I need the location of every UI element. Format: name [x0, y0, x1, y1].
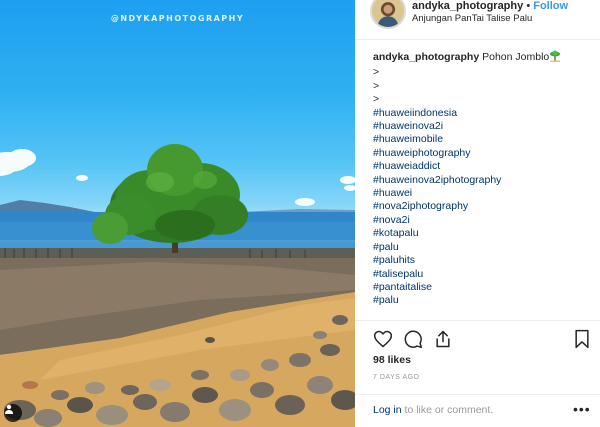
post-location[interactable]: Anjungan PanTai Talise Palu	[412, 13, 532, 24]
hashtag-link[interactable]: #huaweinova2iphotography	[373, 174, 593, 187]
bookmark-icon[interactable]	[572, 329, 592, 349]
hashtag-link[interactable]: #huawei	[373, 187, 593, 200]
hashtag-link[interactable]: #huaweiindonesia	[373, 107, 593, 120]
hashtag-link[interactable]: #paluhits	[373, 254, 593, 267]
hashtag-link[interactable]: #nova2iphotography	[373, 200, 593, 213]
post-actions	[373, 329, 591, 351]
comment-icon[interactable]	[403, 329, 423, 349]
hashtag-link[interactable]: #palu	[373, 294, 593, 307]
caption-line: >	[373, 93, 380, 106]
hashtag-link[interactable]: #kotapalu	[373, 227, 593, 240]
caption-line: >	[373, 79, 380, 92]
post-caption: andyka_photography Pohon Jomblo > > > #h…	[373, 50, 593, 308]
user-tag-icon[interactable]	[4, 404, 22, 422]
photo-scene	[0, 144, 355, 427]
caption-first-line: andyka_photography Pohon Jomblo	[373, 50, 593, 66]
divider	[355, 394, 600, 395]
caption-text: Pohon Jomblo	[482, 51, 550, 63]
caption-username[interactable]: andyka_photography	[373, 51, 479, 63]
person-icon	[5, 404, 13, 414]
likes-count[interactable]: 98 likes	[373, 354, 411, 366]
avatar-image	[372, 0, 404, 27]
hashtag-link[interactable]: #huaweiphotography	[373, 147, 593, 160]
follow-button[interactable]: Follow	[533, 0, 568, 12]
share-icon[interactable]	[433, 329, 453, 349]
hashtag-link[interactable]: #palu	[373, 241, 593, 254]
header-username[interactable]: andyka_photography	[412, 0, 523, 12]
photo-watermark: @NDYKAPHOTOGRAPHY	[110, 14, 245, 23]
header-username-row: andyka_photography • Follow	[412, 0, 568, 12]
login-prompt: Log in to like or comment.	[373, 404, 493, 416]
hashtag-link[interactable]: #pantaitalise	[373, 281, 593, 294]
post-timestamp[interactable]: 7 DAYS AGO	[373, 374, 420, 381]
post-side-panel: andyka_photography • Follow Anjungan Pan…	[355, 0, 600, 427]
divider	[355, 320, 600, 321]
hashtag-link[interactable]: #huaweiaddict	[373, 160, 593, 173]
post-photo[interactable]: @NDYKAPHOTOGRAPHY	[0, 0, 355, 427]
hashtag-link[interactable]: #huaweinova2i	[373, 120, 593, 133]
post-header: andyka_photography • Follow Anjungan Pan…	[355, 0, 600, 40]
hashtag-link[interactable]: #nova2i	[373, 214, 593, 227]
caption-line: >	[373, 66, 380, 79]
hashtag-link[interactable]: #huaweimobile	[373, 133, 593, 146]
avatar[interactable]	[370, 0, 406, 29]
login-link[interactable]: Log in	[373, 404, 402, 416]
header-separator: •	[526, 0, 531, 12]
more-options-icon[interactable]: •••	[573, 401, 591, 417]
heart-icon[interactable]	[373, 329, 393, 349]
hashtag-link[interactable]: #talisepalu	[373, 268, 593, 281]
login-prompt-text: to like or comment.	[401, 404, 494, 416]
palm-tree-emoji	[549, 50, 561, 66]
